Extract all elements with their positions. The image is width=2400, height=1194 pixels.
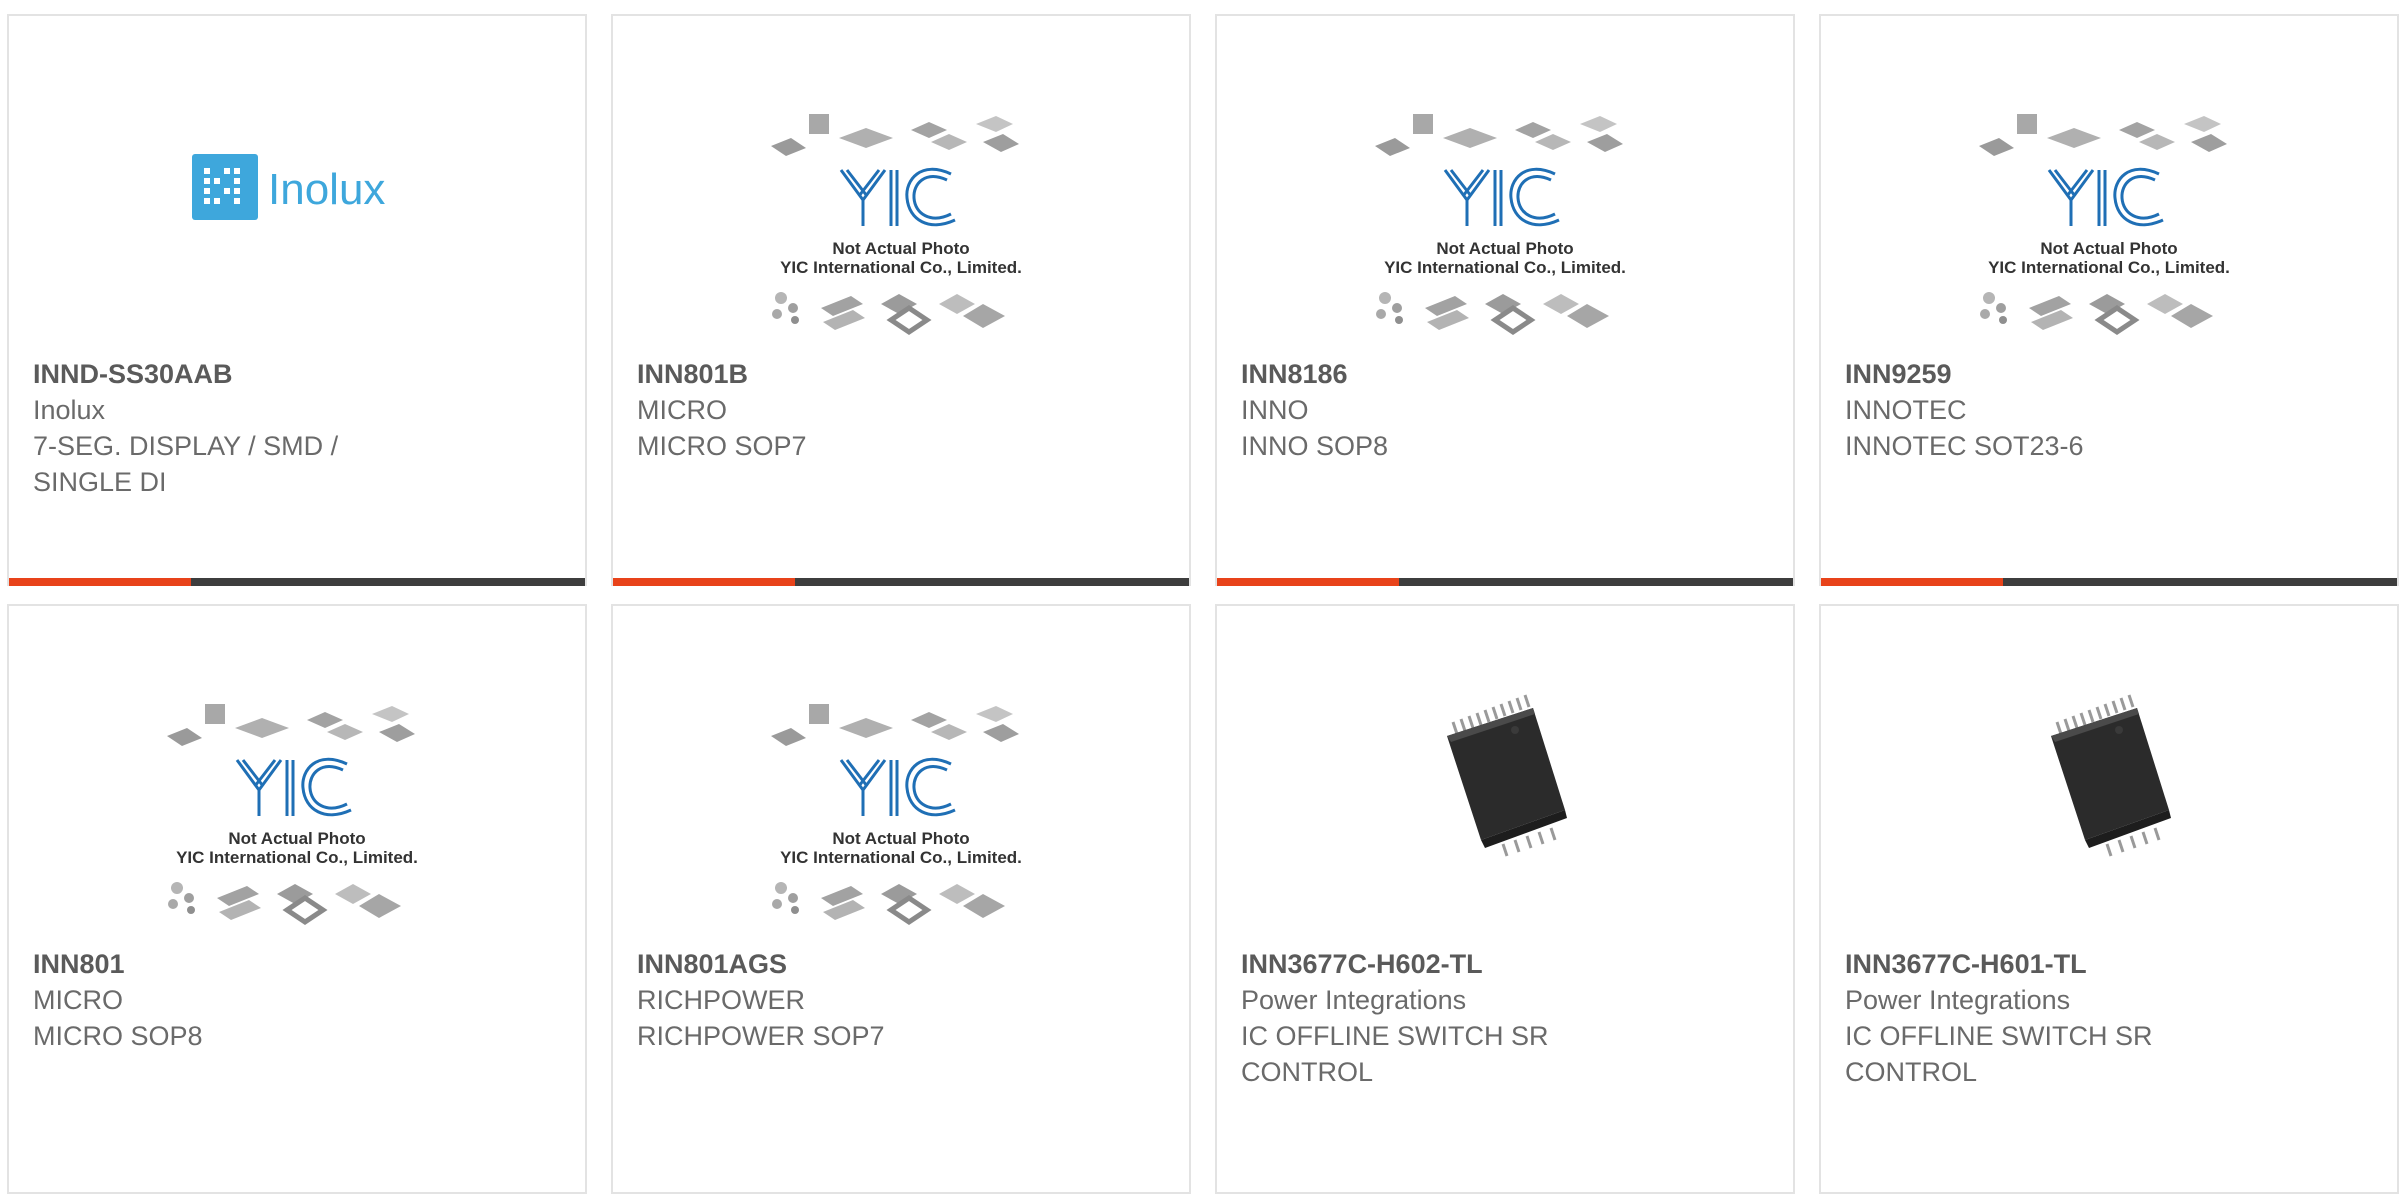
yic-placeholder-image: Not Actual Photo YIC International Co., …: [1375, 114, 1626, 336]
brand-name: Power Integrations: [1241, 985, 1467, 1015]
yic-placeholder-image: Not Actual Photo YIC International Co., …: [1979, 114, 2230, 336]
yic-placeholder-image: Not Actual Photo YIC International Co., …: [167, 704, 418, 926]
part-number[interactable]: INN3677C-H601-TL: [1845, 946, 2373, 982]
description: MICRO SOP8: [33, 1021, 203, 1051]
description: MICRO SOP7: [637, 431, 807, 461]
product-image[interactable]: Not Actual Photo YIC International Co., …: [613, 16, 1189, 356]
description: IC OFFLINE SWITCH SR CONTROL: [1241, 1021, 1549, 1087]
part-number[interactable]: INN801B: [637, 356, 1165, 392]
yic-placeholder-image: Not Actual Photo YIC International Co., …: [771, 114, 1022, 336]
card-bottom-bar: [1821, 578, 2397, 586]
inolux-logo-image: Inolux: [192, 154, 385, 220]
product-image[interactable]: Inolux: [9, 16, 585, 356]
placeholder-line1: Not Actual Photo: [1436, 239, 1573, 258]
brand-name: RICHPOWER: [637, 985, 805, 1015]
accent-bar: [613, 578, 795, 586]
description: INNO SOP8: [1241, 431, 1389, 461]
ic-chip-image: [1447, 694, 1567, 857]
brand-name: INNOTEC: [1845, 395, 1967, 425]
description: RICHPOWER SOP7: [637, 1021, 885, 1051]
product-card[interactable]: Not Actual Photo YIC International Co., …: [611, 14, 1191, 586]
accent-bar: [1217, 578, 1399, 586]
ic-chip-image: [2051, 694, 2171, 857]
product-card[interactable]: Not Actual Photo YIC International Co., …: [7, 604, 587, 1194]
description: 7-SEG. DISPLAY / SMD / SINGLE DI: [33, 431, 339, 497]
product-card[interactable]: Not Actual Photo YIC International Co., …: [611, 604, 1191, 1194]
placeholder-line2: YIC International Co., Limited.: [1988, 258, 2230, 277]
description: INNOTEC SOT23-6: [1845, 431, 2084, 461]
card-bottom-bar: [1217, 578, 1793, 586]
placeholder-line1: Not Actual Photo: [832, 829, 969, 848]
description: IC OFFLINE SWITCH SR CONTROL: [1845, 1021, 2153, 1087]
card-bottom-bar: [9, 578, 585, 586]
product-image[interactable]: Not Actual Photo YIC International Co., …: [9, 606, 585, 946]
brand-name: INNO: [1241, 395, 1309, 425]
placeholder-line1: Not Actual Photo: [2040, 239, 2177, 258]
accent-bar: [1821, 578, 2003, 586]
placeholder-line2: YIC International Co., Limited.: [780, 258, 1022, 277]
placeholder-line1: Not Actual Photo: [228, 829, 365, 848]
part-number[interactable]: INND-SS30AAB: [33, 356, 561, 392]
part-number[interactable]: INN8186: [1241, 356, 1769, 392]
part-number[interactable]: INN9259: [1845, 356, 2373, 392]
placeholder-line2: YIC International Co., Limited.: [780, 848, 1022, 867]
product-card[interactable]: Not Actual Photo YIC International Co., …: [1215, 14, 1795, 586]
placeholder-line2: YIC International Co., Limited.: [176, 848, 418, 867]
product-card[interactable]: INN3677C-H602-TL Power Integrations IC O…: [1215, 604, 1795, 1194]
brand-name: Power Integrations: [1845, 985, 2071, 1015]
product-card[interactable]: Not Actual Photo YIC International Co., …: [1819, 14, 2399, 586]
product-card[interactable]: INN3677C-H601-TL Power Integrations IC O…: [1819, 604, 2399, 1194]
yic-placeholder-image: Not Actual Photo YIC International Co., …: [771, 704, 1022, 926]
placeholder-line1: Not Actual Photo: [832, 239, 969, 258]
product-card[interactable]: Inolux INND-SS30AAB Inolux 7-SEG. DISPLA…: [7, 14, 587, 586]
product-image[interactable]: Not Actual Photo YIC International Co., …: [1821, 16, 2397, 356]
part-number[interactable]: INN801: [33, 946, 561, 982]
product-grid: Inolux INND-SS30AAB Inolux 7-SEG. DISPLA…: [0, 0, 2400, 1194]
brand-name: Inolux: [33, 395, 106, 425]
placeholder-line2: YIC International Co., Limited.: [1384, 258, 1626, 277]
product-image[interactable]: Not Actual Photo YIC International Co., …: [1217, 16, 1793, 356]
product-image[interactable]: [1217, 606, 1793, 946]
inolux-logo-text: Inolux: [268, 165, 385, 214]
brand-name: MICRO: [33, 985, 123, 1015]
product-image[interactable]: Not Actual Photo YIC International Co., …: [613, 606, 1189, 946]
product-image[interactable]: [1821, 606, 2397, 946]
part-number[interactable]: INN801AGS: [637, 946, 1165, 982]
card-bottom-bar: [613, 578, 1189, 586]
part-number[interactable]: INN3677C-H602-TL: [1241, 946, 1769, 982]
accent-bar: [9, 578, 191, 586]
brand-name: MICRO: [637, 395, 727, 425]
